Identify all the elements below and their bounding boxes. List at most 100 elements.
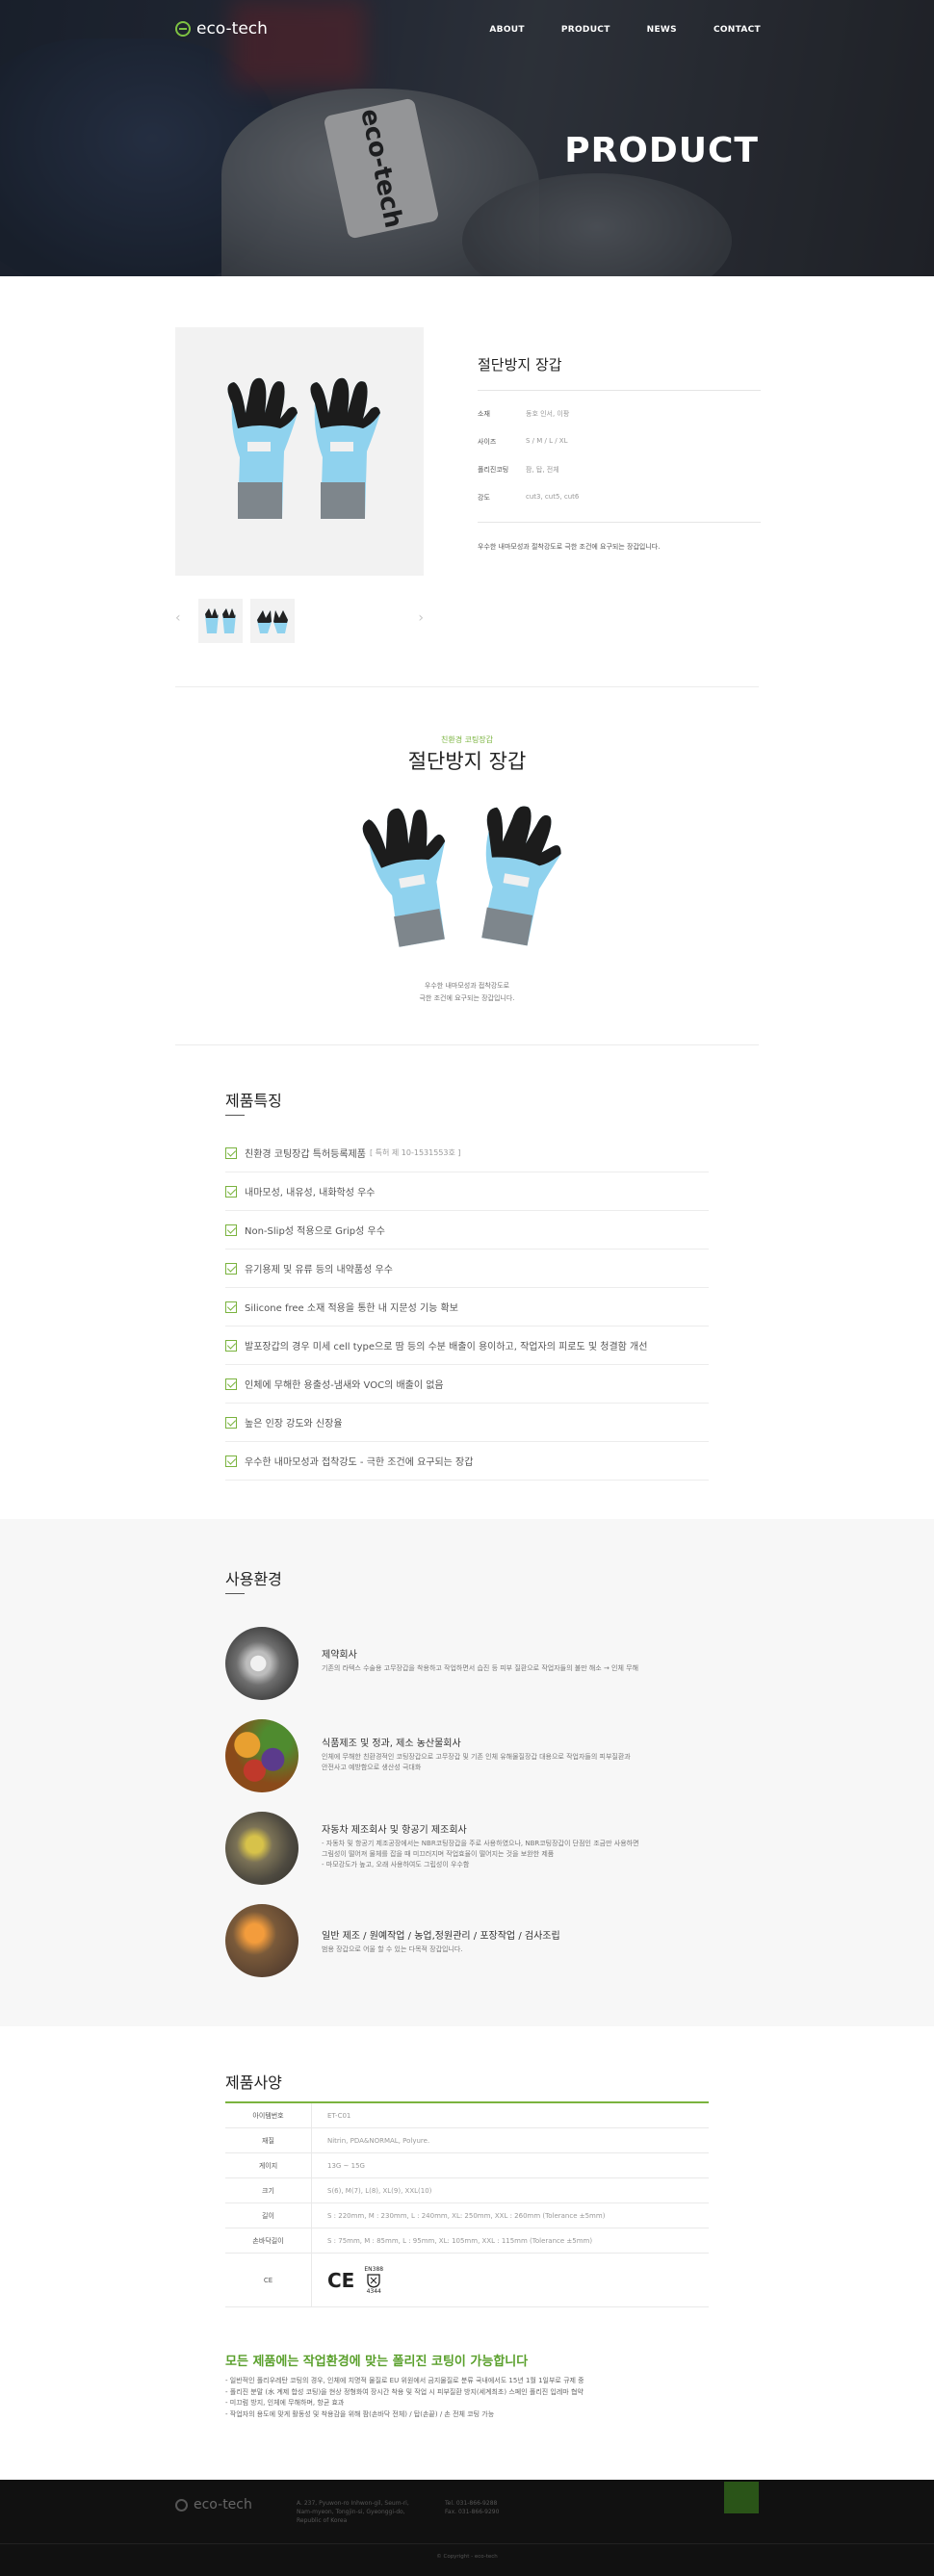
intro-desc-line: 우수한 내마모성과 접착강도로 [424,982,510,990]
nav-product[interactable]: PRODUCT [561,25,610,35]
ce-mark-icon: CE [327,2268,355,2292]
environment-desc-line: 안전사고 예방함으로 생산성 극대화 [322,1764,422,1771]
spec-label: 폴리진코팅 [478,466,509,474]
environment-desc-line: 범용 장갑으로 어울 할 수 있는 다목적 장갑입니다. [322,1945,463,1953]
footer-tel: Tel. 031-866-9288 [445,2500,498,2507]
table-value: 13G ~ 15G [327,2162,365,2170]
title-underline [225,1593,245,1594]
chevron-left-icon[interactable]: ‹ [175,610,181,626]
coating-note: - 일반적인 폴리우레탄 코팅의 경우, 인체에 치명적 물질로 EU 위원에서… [225,2377,584,2384]
main-nav: ABOUT PRODUCT NEWS CONTACT [489,25,761,35]
table-key: 아이템번호 [225,2103,312,2127]
certification-marks: CE EN388 4344 [312,2254,383,2306]
table-row: CE CE EN388 4344 [225,2254,709,2307]
table-value: Nitrin, PDA&NORMAL, Polyure. [327,2137,430,2145]
spec-table: 아이템번호 ET-C01 재질 Nitrin, PDA&NORMAL, Polyur… [225,2101,709,2307]
feature-text: 인체에 무해한 용출성-냄새와 VOC의 배출이 없음 [245,1380,444,1391]
nav-contact[interactable]: CONTACT [713,25,761,35]
table-key: 크기 [225,2178,312,2202]
checkbox-icon [225,1455,237,1467]
spec-value: S / M / L / XL [526,437,568,445]
product-description: 우수한 내마모성과 절착강도로 극한 조건에 요구되는 장갑입니다. [478,522,761,552]
checkbox-icon [225,1224,237,1236]
hero-title: PRODUCT [564,131,759,170]
footer-fax: Fax. 031-866-9290 [445,2509,500,2515]
chevron-right-icon[interactable]: › [418,610,424,626]
divider [175,686,759,687]
checkbox-icon [225,1301,237,1313]
checkbox-icon [225,1262,237,1275]
table-key: 재질 [225,2128,312,2152]
site-logo[interactable]: eco-tech [175,19,268,39]
environment-item-desc: 인체에 무해한 친환경적인 코팅장갑으로 고무장갑 및 기존 인체 유해물질장갑… [322,1752,726,1773]
hero-overlay [0,0,934,276]
table-row: 아이템번호 ET-C01 [225,2103,709,2128]
table-row: 재질 Nitrin, PDA&NORMAL, Polyure. [225,2128,709,2153]
checkbox-icon [225,1185,237,1198]
table-row: 손바닥길이 S : 75mm, M : 85mm, L : 95mm, XL: 1… [225,2228,709,2254]
environment-desc-line: 인체에 무해한 친환경적인 코팅장갑으로 고무장갑 및 기존 인체 유해물질장갑… [322,1753,631,1761]
footer-copyright: © Copyright - eco-tech [436,2554,498,2560]
spec-row-coating: 폴리진코팅 팜, 탑, 전체 [478,465,761,475]
product-main-image [175,327,424,576]
coating-note: - 작업자의 용도에 맞게 활동성 및 착용감을 위해 팜(손바닥 전체) / … [225,2409,495,2418]
spec-row-size: 사이즈 S / M / L / XL [478,437,761,447]
spec-value: 팜, 탑, 전체 [526,466,559,474]
feature-text: Silicone free 소재 적용을 통한 내 지문성 기능 확보 [245,1303,458,1314]
footer: eco-tech A. 237, Pyuwon-ro Inhwon-gil, S… [0,2480,934,2576]
spec-row-strength: 강도 cut3, cut5, cut6 [478,493,761,502]
hero-banner: eco-tech eco-tech ABOUT PRODUCT NEWS CON… [0,0,934,276]
feature-text: 높은 인장 강도와 신장율 [245,1419,343,1430]
table-key: CE [225,2254,312,2306]
coating-note: - 폴리진 분말 (水 계제 합성 코팅)을 현상 정형화여 장시간 착용 및 … [225,2387,584,2396]
en388-code: 4344 [366,2287,381,2295]
feature-text: 우수한 내마모성과 접착강도 - 극한 조건에 요구되는 장갑 [245,1457,474,1468]
feature-text: 발포장갑의 경우 미세 cell type으로 땀 등의 수분 배출이 용이하고… [245,1342,648,1352]
footer-divider [0,2543,934,2544]
feature-item: 친환경 코팅장갑 특허등록제품[ 특허 제 10-1531553호 ] [225,1134,709,1172]
intro-eyebrow: 친환경 코팅장갑 [440,735,494,744]
environment-item-desc: 범용 장갑으로 어울 할 수 있는 다목적 장갑입니다. [322,1945,726,1955]
table-key: 길이 [225,2203,312,2228]
table-value: S : 220mm, M : 230mm, L : 240mm, XL: 250… [327,2212,606,2220]
environment-item-title: 식품제조 및 정과, 제소 농산물회사 [322,1739,461,1749]
logo-text: eco-tech [196,19,268,39]
address-line: Republic of Korea [297,2517,348,2524]
environment-item-title: 제약회사 [322,1650,357,1661]
thumbnail-gloves-icon [205,608,236,633]
feature-item: Silicone free 소재 적용을 통한 내 지문성 기능 확보 [225,1288,709,1327]
intro-gloves-image [356,799,578,953]
feature-item: 내마모성, 내유성, 내화학성 우수 [225,1172,709,1211]
scroll-top-button[interactable] [724,2482,759,2513]
intro-title: 절단방지 장갑 [407,750,527,773]
pharma-photo [225,1627,298,1700]
table-key: 게이지 [225,2153,312,2177]
table-value: ET-C01 [327,2112,351,2120]
shield-icon [367,2273,380,2288]
coating-notes: - 일반적인 폴리우레탄 코팅의 경우, 인체에 치명적 물질로 EU 위원에서… [225,2376,584,2420]
auto-factory-photo [225,1812,298,1885]
gloves-illustration [227,377,380,519]
gloves-illustration [362,806,561,947]
environment-item: 자동차 제조회사 및 항공기 제조회사 - 자동차 및 항공기 제조공장에서는 … [225,1812,726,1885]
nav-news[interactable]: NEWS [647,25,677,35]
spec-table-title: 제품사양 [225,2074,282,2092]
feature-item: 발포장갑의 경우 미세 cell type으로 땀 등의 수분 배출이 용이하고… [225,1327,709,1365]
thumbnail-1[interactable] [198,599,243,643]
divider [175,1044,759,1045]
footer-logo[interactable]: eco-tech [175,2497,252,2512]
feature-item: 높은 인장 강도와 신장율 [225,1404,709,1442]
nav-about[interactable]: ABOUT [489,25,524,35]
feature-item: 유기용제 및 유류 등의 내약품성 우수 [225,1249,709,1288]
environment-item: 식품제조 및 정과, 제소 농산물회사 인체에 무해한 친환경적인 코팅장갑으로… [225,1719,726,1792]
feature-item: 인체에 무해한 용출성-냄새와 VOC의 배출이 없음 [225,1365,709,1404]
intro-desc-line: 극한 조건에 요구되는 장갑입니다. [419,994,515,1002]
product-info: 절단방지 장갑 소재 동호 인서, 이팡 사이즈 S / M / L / XL 폴리… [478,327,761,552]
environment-item-title: 자동차 제조회사 및 항공기 제조회사 [322,1825,467,1836]
title-underline [225,1115,245,1116]
footer-contact: Tel. 031-866-9288 Fax. 031-866-9290 [445,2499,499,2516]
feature-text: 내마모성, 내유성, 내화학성 우수 [245,1188,376,1198]
checkbox-icon [225,1378,237,1390]
table-row: 게이지 13G ~ 15G [225,2153,709,2178]
thumbnail-2[interactable] [250,599,295,643]
